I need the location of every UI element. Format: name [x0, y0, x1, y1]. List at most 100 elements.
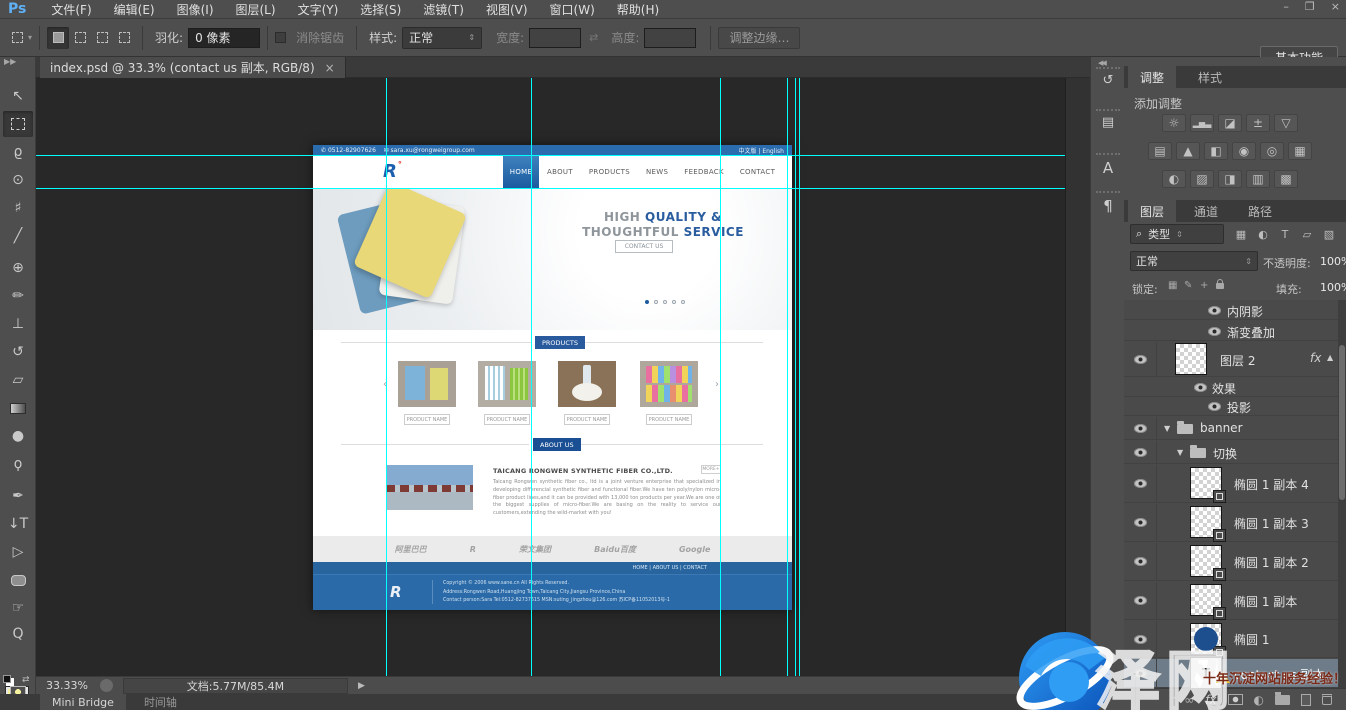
- menu-file[interactable]: 文件(F): [40, 1, 102, 18]
- menu-edit[interactable]: 编辑(E): [103, 1, 166, 18]
- visibility-eye-icon[interactable]: [1134, 596, 1147, 605]
- gradient-map-icon[interactable]: ▥: [1246, 170, 1270, 188]
- vertical-guide[interactable]: [531, 78, 532, 676]
- layer-filter-select[interactable]: ⌕ 类型 ⇕: [1130, 224, 1224, 244]
- style-select[interactable]: 正常⇕: [402, 27, 482, 49]
- lock-position-icon[interactable]: +: [1200, 280, 1208, 291]
- lock-transparency-icon[interactable]: ▦: [1168, 280, 1177, 291]
- vertical-guide[interactable]: [386, 78, 387, 676]
- zoom-level[interactable]: 33.33%: [46, 679, 88, 692]
- clone-stamp-tool[interactable]: ⊥: [3, 311, 33, 337]
- layer-row[interactable]: 图层 2 fx ▲: [1124, 342, 1338, 377]
- new-group-icon[interactable]: [1275, 695, 1290, 705]
- lock-paint-icon[interactable]: ✎: [1184, 280, 1192, 291]
- tool-preset-arrow-icon[interactable]: ▾: [28, 33, 32, 42]
- scrollbar-thumb[interactable]: [1339, 345, 1345, 500]
- opacity-value[interactable]: 100%: [1320, 255, 1346, 268]
- threshold-icon[interactable]: ◨: [1218, 170, 1242, 188]
- smart-object-filter-icon[interactable]: ▧: [1320, 225, 1338, 243]
- channel-mixer-icon[interactable]: ◎: [1260, 142, 1284, 160]
- document-tab[interactable]: index.psd @ 33.3% (contact us 副本, RGB/8)…: [40, 57, 346, 78]
- menu-help[interactable]: 帮助(H): [606, 1, 670, 18]
- tab-styles[interactable]: 样式: [1186, 66, 1234, 88]
- refine-edge-button[interactable]: 调整边缘…: [718, 27, 800, 49]
- layer-row[interactable]: 椭圆 1 副本 2: [1124, 543, 1338, 581]
- visibility-eye-icon[interactable]: [1194, 383, 1207, 392]
- type-layer-filter-icon[interactable]: T: [1276, 225, 1294, 243]
- rectangular-marquee-tool[interactable]: [3, 111, 33, 137]
- eraser-tool[interactable]: ▱: [3, 367, 33, 393]
- panels-collapse-icon[interactable]: ◀◀: [1098, 59, 1105, 67]
- add-selection-mode-icon[interactable]: [69, 27, 91, 49]
- layers-scrollbar[interactable]: [1338, 300, 1346, 688]
- new-selection-mode-icon[interactable]: [47, 27, 69, 49]
- close-icon[interactable]: ×: [1331, 0, 1340, 13]
- pen-tool[interactable]: ✒: [3, 483, 33, 509]
- tab-paths[interactable]: 路径: [1236, 200, 1284, 222]
- menu-select[interactable]: 选择(S): [349, 1, 412, 18]
- curves-icon[interactable]: ◪: [1218, 114, 1242, 132]
- layer-row[interactable]: 椭圆 1 副本 3: [1124, 504, 1338, 542]
- type-tool[interactable]: ↓T: [3, 511, 33, 537]
- visibility-eye-icon[interactable]: [1134, 448, 1147, 457]
- menu-filter[interactable]: 滤镜(T): [412, 1, 475, 18]
- zoom-tool[interactable]: Q: [3, 621, 33, 647]
- blur-tool[interactable]: ●: [3, 423, 33, 449]
- visibility-eye-icon[interactable]: [1134, 355, 1147, 364]
- color-balance-icon[interactable]: ▲: [1176, 142, 1200, 160]
- lock-all-icon[interactable]: [1216, 281, 1224, 292]
- tab-mini-bridge[interactable]: Mini Bridge: [40, 694, 126, 710]
- group-row[interactable]: ▼ banner: [1124, 417, 1338, 440]
- tab-layers[interactable]: 图层: [1128, 200, 1176, 222]
- rounded-rectangle-tool[interactable]: [3, 567, 33, 593]
- shape-layer-thumbnail[interactable]: [1190, 545, 1222, 577]
- new-adjustment-layer-icon[interactable]: ◐: [1254, 693, 1264, 707]
- document-viewport[interactable]: ✆ 0512-82907626 ✉ sara.xu@rongweigroup.c…: [36, 78, 1090, 676]
- feather-input[interactable]: 0 像素: [188, 28, 260, 48]
- intersect-selection-mode-icon[interactable]: [113, 27, 135, 49]
- layer-effect-row[interactable]: 渐变叠加: [1124, 321, 1338, 341]
- visibility-eye-icon[interactable]: [1134, 557, 1147, 566]
- restore-icon[interactable]: ❐: [1305, 0, 1315, 13]
- collapse-effects-icon[interactable]: ▲: [1327, 353, 1333, 362]
- eyedropper-tool[interactable]: ╱: [3, 223, 33, 249]
- history-brush-tool[interactable]: ↺: [3, 339, 33, 365]
- horizontal-guide[interactable]: [36, 155, 1065, 156]
- levels-icon[interactable]: ▂▅▃: [1190, 114, 1214, 132]
- group-row[interactable]: ▼ 切换: [1124, 441, 1338, 464]
- adjustment-layer-filter-icon[interactable]: ◐: [1254, 225, 1272, 243]
- tool-preset-icon[interactable]: [6, 27, 28, 49]
- visibility-eye-icon[interactable]: [1208, 306, 1221, 315]
- horizontal-guide[interactable]: [36, 188, 1065, 189]
- move-tool[interactable]: ↖: [3, 83, 33, 109]
- group-expand-icon[interactable]: ▼: [1164, 424, 1170, 433]
- shape-layer-thumbnail[interactable]: [1190, 506, 1222, 538]
- layer-thumbnail[interactable]: [1175, 343, 1207, 375]
- vertical-guide[interactable]: [720, 78, 721, 676]
- lasso-tool[interactable]: ϱ: [3, 139, 33, 165]
- history-panel-icon[interactable]: ↺: [1091, 73, 1125, 88]
- blend-mode-select[interactable]: 正常 ⇕: [1130, 251, 1258, 271]
- swap-dimensions-icon[interactable]: ⇄: [589, 31, 598, 44]
- character-panel-icon[interactable]: A: [1091, 159, 1125, 177]
- antialias-checkbox[interactable]: [275, 32, 286, 43]
- vibrance-icon[interactable]: ▽: [1274, 114, 1298, 132]
- visibility-eye-icon[interactable]: [1134, 424, 1147, 433]
- crop-tool[interactable]: ♯: [3, 195, 33, 221]
- delete-layer-icon[interactable]: [1322, 694, 1332, 705]
- quick-selection-tool[interactable]: ⊙: [3, 167, 33, 193]
- path-selection-tool[interactable]: ▷: [3, 539, 33, 565]
- layer-row[interactable]: 椭圆 1 副本: [1124, 582, 1338, 620]
- layer-effect-row[interactable]: 效果: [1124, 378, 1338, 397]
- menu-image[interactable]: 图像(I): [166, 1, 225, 18]
- dodge-tool[interactable]: ϙ: [3, 451, 33, 477]
- pixel-layer-filter-icon[interactable]: ▦: [1232, 225, 1250, 243]
- gradient-tool[interactable]: [3, 395, 33, 421]
- status-arrow-icon[interactable]: ▶: [358, 681, 365, 691]
- posterize-icon[interactable]: ▨: [1190, 170, 1214, 188]
- exposure-icon[interactable]: ±: [1246, 114, 1270, 132]
- menu-type[interactable]: 文字(Y): [287, 1, 350, 18]
- layer-fx-badge[interactable]: fx: [1310, 351, 1321, 365]
- tab-adjustments[interactable]: 调整: [1128, 66, 1176, 88]
- layer-effect-row[interactable]: 内阴影: [1124, 300, 1338, 320]
